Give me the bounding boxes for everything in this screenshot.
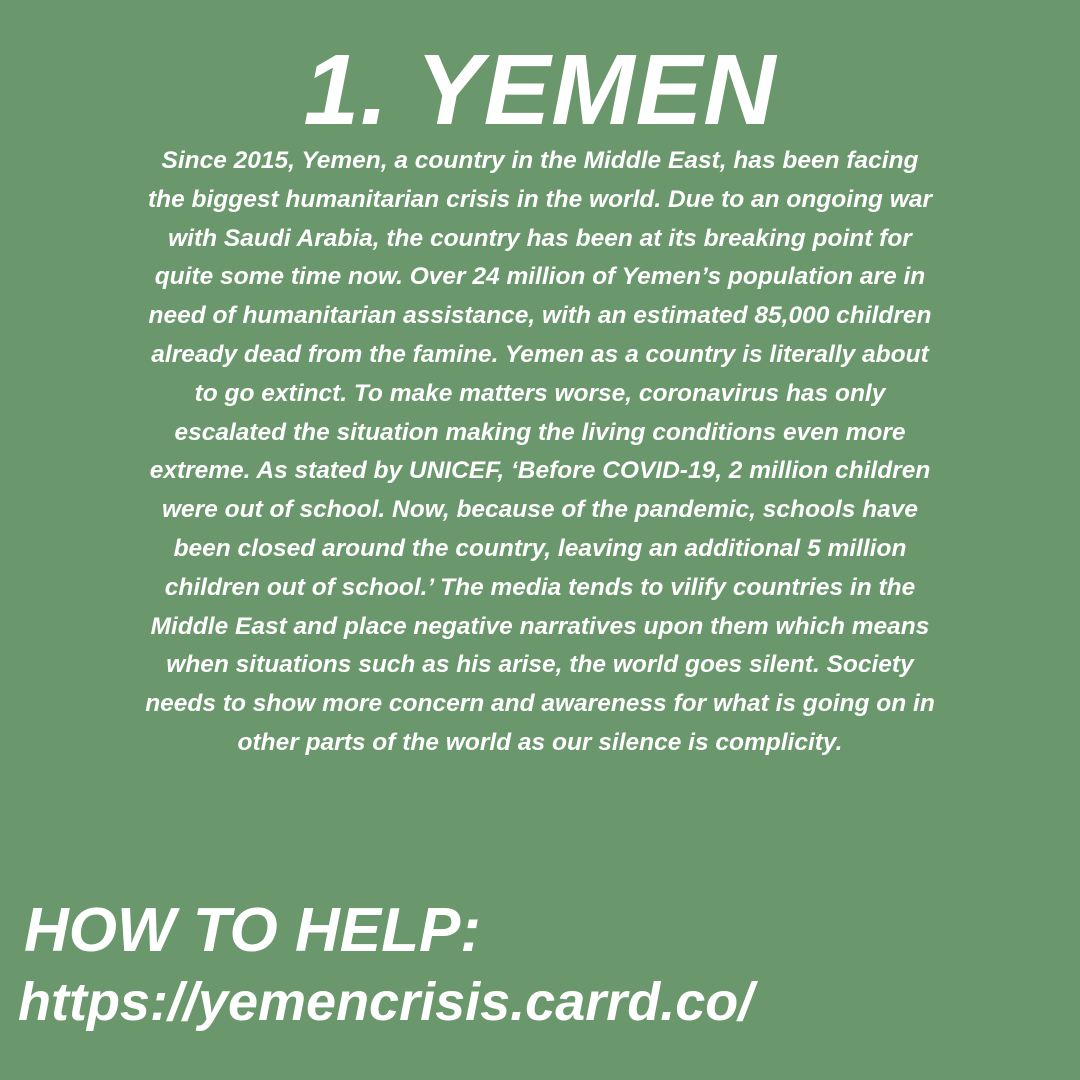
info-slide: 1. YEMEN Since 2015, Yemen, a country in… — [0, 0, 1080, 1080]
help-heading: HOW TO HELP: — [24, 896, 481, 965]
help-link[interactable]: https://yemencrisis.carrd.co/ — [18, 970, 753, 1034]
body-paragraph: Since 2015, Yemen, a country in the Midd… — [145, 147, 935, 756]
slide-title: 1. YEMEN — [303, 34, 777, 146]
